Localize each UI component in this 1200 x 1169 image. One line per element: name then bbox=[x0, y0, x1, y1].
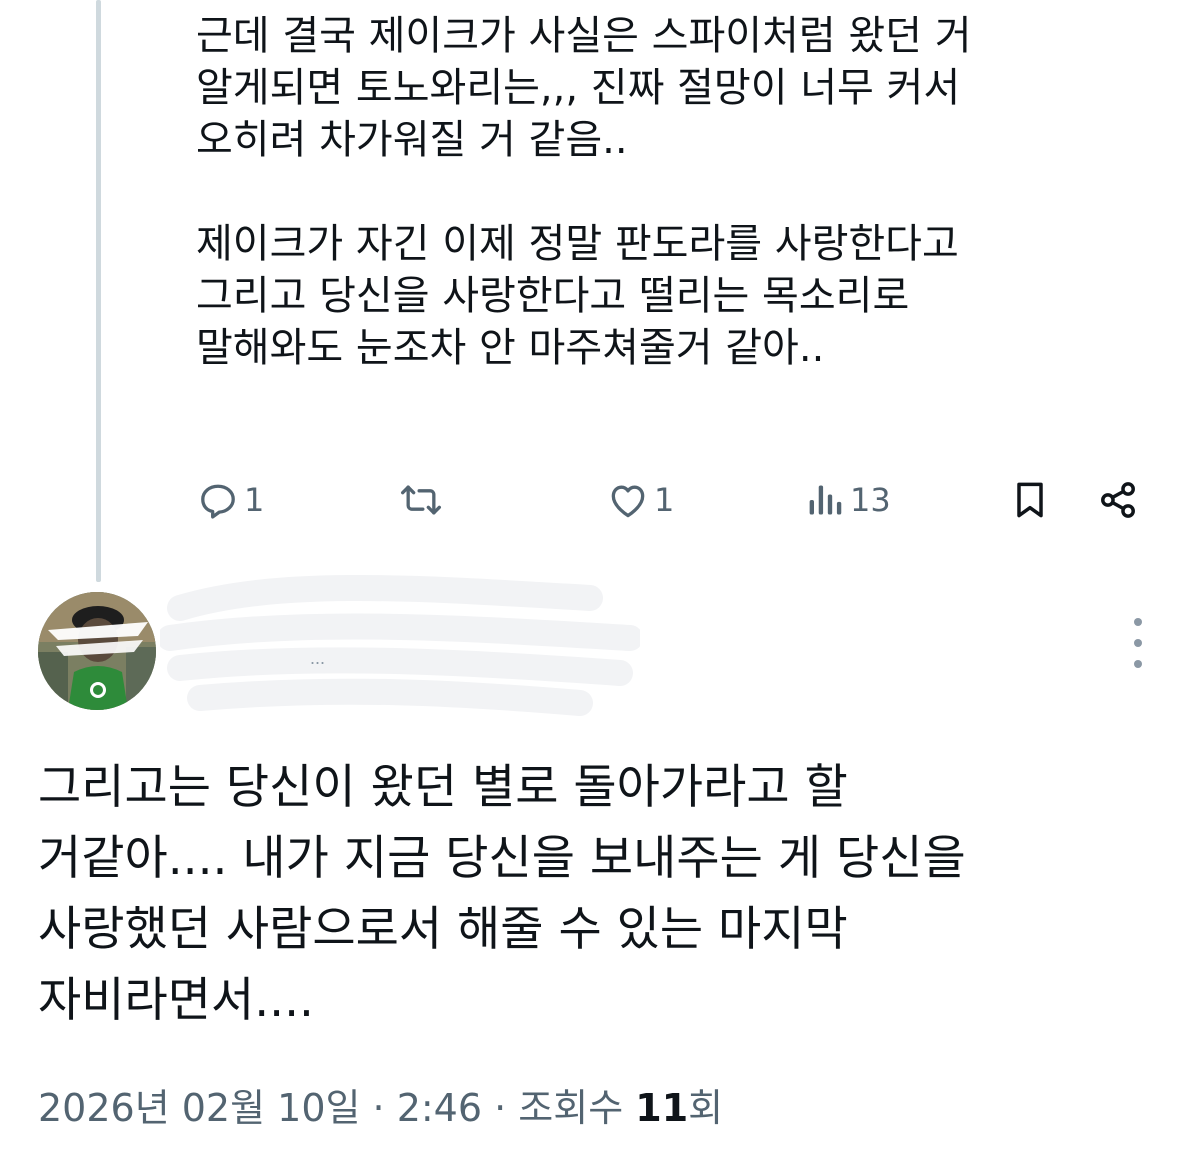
meta-separator: · bbox=[482, 1086, 519, 1130]
reply-text-line: 제이크가 자긴 이제 정말 판도라를 사랑한다고 bbox=[196, 221, 959, 267]
like-button[interactable]: 1 bbox=[606, 470, 674, 530]
views-button[interactable]: 13 bbox=[806, 470, 891, 530]
heart-icon bbox=[606, 478, 650, 522]
reply-button[interactable]: 1 bbox=[196, 470, 264, 530]
author-name-remnant: ... bbox=[310, 648, 325, 668]
bookmark-icon bbox=[1008, 478, 1052, 522]
name-redaction-scribble: ... bbox=[157, 568, 643, 728]
main-tweet-body: 그리고는 당신이 왔던 별로 돌아가라고 할 거같아.... 내가 지금 당신을… bbox=[38, 752, 1178, 1036]
main-text-line: 그리고는 당신이 왔던 별로 돌아가라고 할 bbox=[38, 760, 848, 815]
tweet-metadata: 2026년 02월 10일 · 2:46 · 조회수 11회 bbox=[38, 1082, 723, 1134]
meta-separator: · bbox=[360, 1086, 397, 1130]
views-suffix: 회 bbox=[688, 1086, 724, 1130]
like-count: 1 bbox=[654, 481, 675, 519]
views-count: 13 bbox=[850, 481, 891, 519]
main-text-line: 사랑했던 사람으로서 해줄 수 있는 마지막 bbox=[38, 902, 848, 957]
reply-count: 1 bbox=[244, 481, 265, 519]
main-text-line: 거같아.... 내가 지금 당신을 보내주는 게 당신을 bbox=[38, 831, 966, 886]
main-text-line: 자비라면서.... bbox=[38, 973, 314, 1028]
tweet-views-count: 11 bbox=[635, 1086, 689, 1130]
reply-text-line: 말해와도 눈조차 안 마주쳐줄거 같아.. bbox=[196, 325, 825, 371]
vertical-dots-icon bbox=[1134, 618, 1142, 626]
vertical-dots-icon bbox=[1134, 639, 1142, 647]
retweet-icon bbox=[396, 478, 446, 522]
thread-connector-line bbox=[96, 0, 101, 582]
reply-text-line: 근데 결국 제이크가 사실은 스파이처럼 왔던 거 bbox=[196, 13, 972, 59]
reply-text-line: 알게되면 토노와리는,,, 진짜 절망이 너무 커서 bbox=[196, 65, 961, 111]
reply-text-line: 오히려 차가워질 거 같음.. bbox=[196, 117, 628, 163]
tweet-date[interactable]: 2026년 02월 10일 bbox=[38, 1086, 360, 1130]
retweet-button[interactable] bbox=[396, 470, 446, 530]
reply-text-line: 그리고 당신을 사랑한다고 떨리는 목소리로 bbox=[196, 273, 910, 319]
bookmark-button[interactable] bbox=[1008, 470, 1052, 530]
vertical-dots-icon bbox=[1134, 660, 1142, 668]
views-label: 조회수 bbox=[518, 1086, 636, 1130]
bar-chart-icon bbox=[806, 478, 846, 522]
share-icon bbox=[1096, 478, 1140, 522]
share-button[interactable] bbox=[1096, 470, 1140, 530]
reply-tweet-body: 근데 결국 제이크가 사실은 스파이처럼 왔던 거 알게되면 토노와리는,,, … bbox=[196, 10, 1096, 374]
avatar[interactable] bbox=[38, 592, 156, 710]
speech-bubble-icon bbox=[196, 478, 240, 522]
more-options-button[interactable] bbox=[1120, 618, 1156, 668]
reply-action-bar: 1 1 13 bbox=[196, 470, 1146, 530]
tweet-time[interactable]: 2:46 bbox=[397, 1086, 482, 1130]
